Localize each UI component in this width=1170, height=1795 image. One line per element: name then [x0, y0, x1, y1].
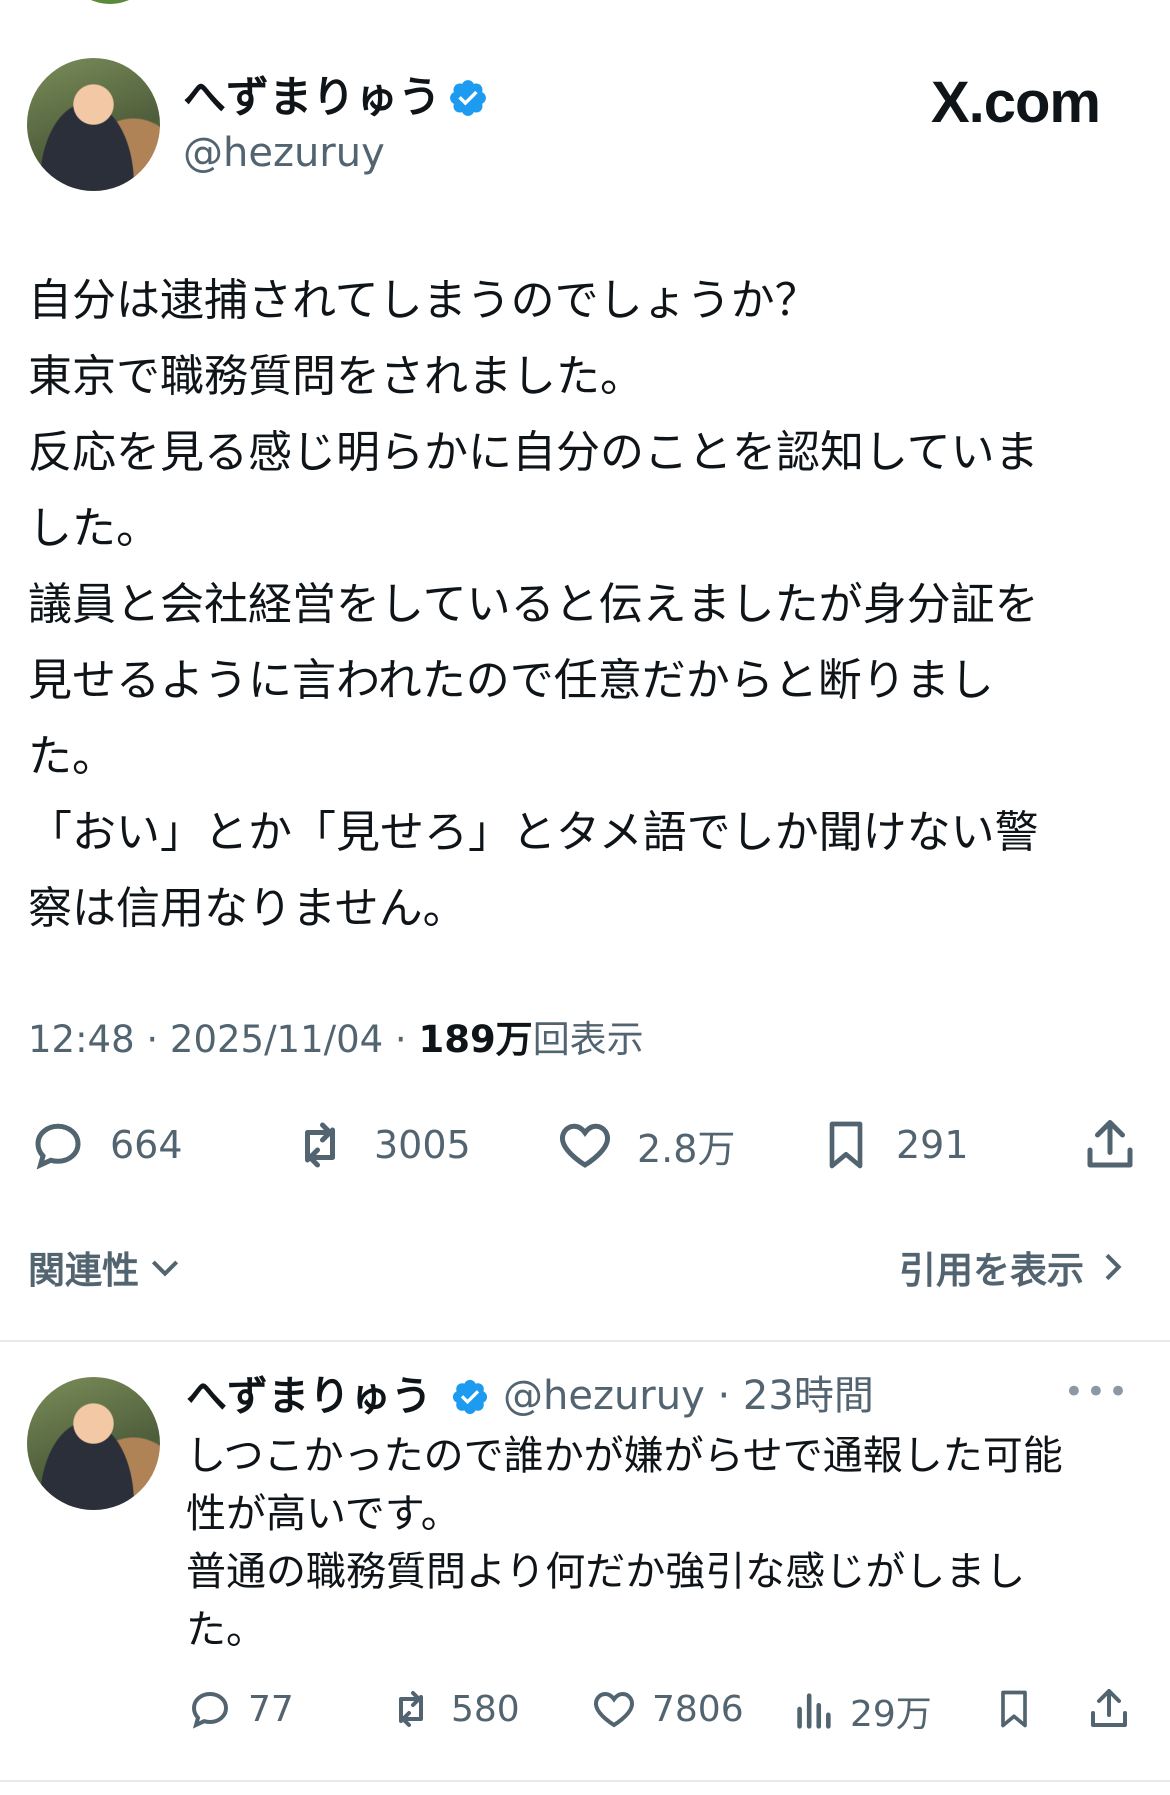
reply-views-count: 29万: [850, 1694, 932, 1735]
like-count: 2.8万: [637, 1126, 736, 1171]
chevron-down-icon: [151, 1260, 179, 1277]
reply-share-button[interactable]: [1085, 1685, 1133, 1733]
views-count: 189万: [418, 1018, 533, 1061]
repost-count: 3005: [374, 1123, 471, 1167]
reply-repost-count: 580: [451, 1688, 520, 1730]
post-line: 「おい」とか「見せろ」とタメ語でしか聞けない警: [28, 807, 1039, 858]
reply-bookmark-button[interactable]: [992, 1685, 1036, 1733]
author-handle[interactable]: @hezuruy: [183, 128, 385, 178]
repost-icon: [305, 1122, 335, 1168]
more-icon[interactable]: •••: [1064, 1372, 1130, 1412]
post-line: 自分は逮捕されてしまうのでしょうか？: [28, 275, 819, 326]
reply-author-avatar[interactable]: [27, 1377, 160, 1510]
analytics-icon: [797, 1693, 831, 1729]
reply-reply-button[interactable]: 77: [186, 1685, 294, 1733]
author-avatar[interactable]: [27, 58, 160, 191]
reply-repost-button[interactable]: 580: [385, 1685, 520, 1733]
reply-handle-time[interactable]: @hezuruy · 23時間: [503, 1368, 874, 1424]
divider: [0, 1340, 1170, 1342]
reply-reply-count: 77: [248, 1688, 294, 1730]
site-label: X.com: [930, 70, 1101, 135]
post-line: 察は信用なりません。: [28, 883, 467, 934]
post-line: た。: [28, 731, 116, 782]
bookmark-icon: [1001, 1690, 1027, 1728]
reply-line: 性が高いです。: [186, 1491, 461, 1537]
verified-badge-icon: [450, 80, 486, 116]
reply-analytics-button[interactable]: 29万: [790, 1685, 932, 1737]
reply-line: しつこかったので誰かが嫌がらせで通報した可能: [186, 1433, 1063, 1479]
reply-like-count: 7806: [652, 1688, 744, 1730]
bookmark-count: 291: [896, 1123, 969, 1167]
post-meta: 12:48 · 2025/11/04 · 189万回表示: [28, 1015, 644, 1065]
reply-line: 普通の職務質問より何だか強引な感じがしまし: [186, 1549, 1026, 1595]
post-text: 自分は逮捕されてしまうのでしょうか？ 東京で職務質問をされました。 反応を見る感…: [28, 263, 1148, 947]
reply-count: 664: [110, 1123, 183, 1167]
share-icon: [1087, 1120, 1133, 1168]
views-label: 回表示: [532, 1018, 644, 1061]
relevance-label: 関連性: [28, 1249, 139, 1292]
author-name[interactable]: へずまりゅう: [183, 68, 441, 128]
share-icon: [1091, 1689, 1127, 1727]
post-timestamp[interactable]: 12:48 · 2025/11/04 ·: [28, 1018, 418, 1061]
post-line: 反応を見る感じ明らかに自分のことを認知していま: [28, 427, 1039, 478]
reply-text: しつこかったので誰かが嫌がらせで通報した可能 性が高いです。 普通の職務質問より…: [186, 1427, 1146, 1659]
like-icon: [594, 1691, 634, 1728]
view-quotes-link[interactable]: 引用を表示: [899, 1240, 1132, 1294]
repost-button[interactable]: 3005: [288, 1115, 471, 1175]
quotes-label: 引用を表示: [899, 1249, 1084, 1292]
sort-relevance-button[interactable]: 関連性: [28, 1240, 185, 1294]
like-icon: [560, 1123, 610, 1168]
bookmark-icon: [829, 1121, 863, 1169]
reply-button[interactable]: 664: [28, 1115, 183, 1175]
post-line: 東京で職務質問をされました。: [28, 351, 644, 402]
repost-icon: [399, 1691, 423, 1727]
post-line: 見せるように言われたので任意だからと断りまし: [28, 655, 994, 706]
previous-avatar-fragment: [68, 0, 152, 4]
chevron-right-icon: [1105, 1253, 1122, 1281]
reply-line: た。: [186, 1607, 266, 1653]
bookmark-button[interactable]: 291: [818, 1115, 969, 1175]
reply-icon: [35, 1123, 81, 1170]
like-button[interactable]: 2.8万: [555, 1115, 735, 1175]
post-line: 議員と会社経営をしていると伝えましたが身分証を: [28, 579, 1039, 630]
post-line: した。: [28, 503, 160, 554]
reply-author-name[interactable]: へずまりゅう: [186, 1368, 432, 1424]
share-button[interactable]: [1080, 1115, 1140, 1175]
verified-badge-icon: [452, 1379, 488, 1415]
reply-icon: [191, 1691, 229, 1729]
reply-like-button[interactable]: 7806: [590, 1685, 744, 1733]
divider: [0, 1780, 1170, 1782]
